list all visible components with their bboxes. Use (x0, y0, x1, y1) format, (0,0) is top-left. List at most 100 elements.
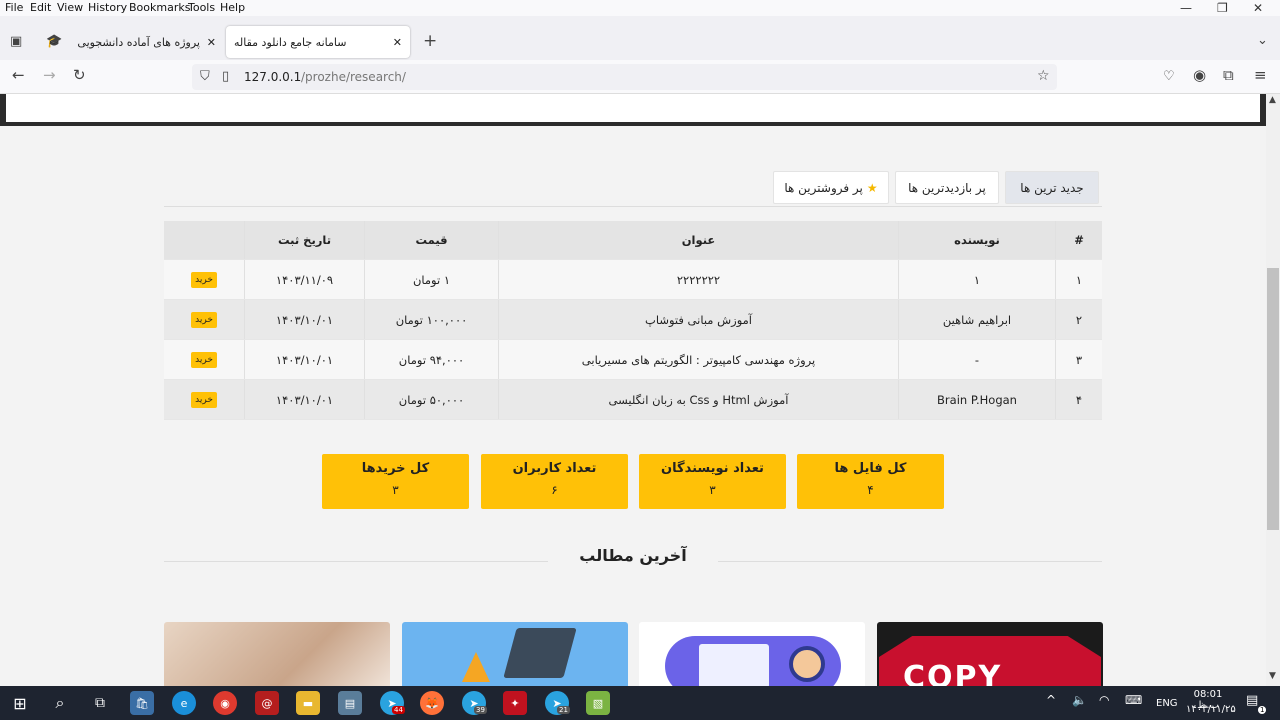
close-window-icon[interactable]: ✕ (1253, 1, 1263, 15)
content-tabs: جدید ترین ها پر بازدیدترین ها ★ پر فروشت… (164, 171, 1102, 207)
stat-value: ۳ (392, 483, 399, 497)
row-price: ۱ تومان (364, 260, 498, 299)
row-number: ۳ (1055, 340, 1102, 379)
buy-button[interactable]: خرید (191, 391, 217, 408)
tab-projects[interactable]: پروژه های آماده دانشجویی ✕ (70, 26, 220, 58)
row-action: خرید (164, 260, 244, 299)
menu-bookmarks[interactable]: Bookmarks (129, 1, 190, 14)
firefox-icon[interactable]: 🦊 (420, 691, 444, 715)
app-icon[interactable]: ▧ (586, 691, 610, 715)
menu-file[interactable]: File (5, 1, 23, 14)
scroll-up-icon[interactable]: ▲ (1269, 96, 1276, 105)
account-icon[interactable]: ◉ (1193, 68, 1206, 83)
restore-icon[interactable]: ❐ (1217, 1, 1228, 15)
edge-icon[interactable]: e (172, 691, 196, 715)
tab-bar: ▣ 🎓 پروژه های آماده دانشجویی ✕ سامانه جا… (0, 16, 1280, 60)
buy-button[interactable]: خرید (191, 311, 217, 328)
col-title: عنوان (498, 221, 898, 259)
buy-button[interactable]: خرید (191, 271, 217, 288)
row-number: ۴ (1055, 380, 1102, 419)
table-row: ۴ Brain P.Hogan آموزش Html و Css به زبان… (164, 380, 1102, 420)
url-bar[interactable]: ⛉ ▯ 127.0.0.1 /prozhe/research/ ☆ (192, 64, 1057, 90)
row-title[interactable]: آموزش Html و Css به زبان انگلیسی (498, 380, 898, 419)
menu-bar: File Edit View History Bookmarks Tools H… (0, 0, 1280, 16)
pdf-icon[interactable]: ✦ (503, 691, 527, 715)
tab-best-selling[interactable]: ★ پر فروشترین ها (773, 171, 889, 204)
tab-newest[interactable]: جدید ترین ها (1005, 171, 1099, 204)
url-host: 127.0.0.1 (244, 70, 302, 84)
taskbar: ⊞ ⌕ ⧉ 🛍 e ◉ @ ▬ ▤ ➤ 44 🦊 ➤ 39 ✦ ➤ 21 ▧ ^… (0, 686, 1280, 720)
task-view-icon[interactable]: ⧉ (88, 691, 112, 715)
col-action (164, 221, 244, 259)
close-tab-icon[interactable]: ✕ (207, 36, 216, 49)
back-icon[interactable]: ← (12, 68, 25, 83)
store-icon[interactable]: 🛍 (130, 691, 154, 715)
chrome-icon[interactable]: ◉ (213, 691, 237, 715)
copy-text: COPY (903, 660, 1003, 686)
forward-icon[interactable]: → (43, 68, 56, 83)
language-indicator[interactable]: ENG (1156, 698, 1178, 709)
list-all-tabs-icon[interactable]: ⌄ (1257, 34, 1268, 47)
menu-help[interactable]: Help (220, 1, 245, 14)
col-price: قیمت (364, 221, 498, 259)
post-card-image[interactable] (639, 622, 865, 686)
tab-articles[interactable]: سامانه جامع دانلود مقاله ✕ (226, 26, 410, 58)
menu-history[interactable]: History (88, 1, 127, 14)
badge: 21 (557, 706, 570, 714)
post-card-image[interactable] (164, 622, 390, 686)
magnifier-graphic (789, 646, 825, 682)
post-card-image[interactable] (402, 622, 628, 686)
reload-icon[interactable]: ↻ (73, 68, 86, 83)
scroll-down-icon[interactable]: ▼ (1269, 672, 1276, 681)
col-number: # (1055, 221, 1102, 259)
row-title[interactable]: ۲۲۲۲۲۲۲ (498, 260, 898, 299)
tab-most-viewed[interactable]: پر بازدیدترین ها (895, 171, 999, 204)
menu-tools[interactable]: Tools (188, 1, 215, 14)
row-title[interactable]: آموزش مبانی فتوشاپ (498, 300, 898, 339)
badge: 39 (474, 706, 487, 714)
close-tab-icon[interactable]: ✕ (393, 36, 402, 49)
post-card-image[interactable]: COPY (877, 622, 1103, 686)
clock-date[interactable]: ۱۴۰۳/۱۱/۲۵ (1186, 704, 1236, 715)
volume-icon[interactable]: 🔈 (1072, 693, 1087, 707)
windows-start-icon[interactable]: ⊞ (8, 691, 32, 715)
notes-icon[interactable]: ▤ (338, 691, 362, 715)
menu-view[interactable]: View (57, 1, 83, 14)
table-row: ۲ ابراهیم شاهین آموزش مبانی فتوشاپ ۱۰۰,۰… (164, 300, 1102, 340)
bookmark-star-icon[interactable]: ☆ (1037, 69, 1050, 83)
star-icon: ★ (866, 180, 878, 195)
tab-list-icon[interactable]: ▣ (10, 35, 22, 48)
shield-icon[interactable]: ⛉ (200, 70, 210, 83)
new-tab-icon[interactable]: + (423, 33, 437, 50)
url-path: /prozhe/research/ (301, 70, 406, 84)
row-price: ۱۰۰,۰۰۰ تومان (364, 300, 498, 339)
search-icon[interactable]: ⌕ (48, 691, 72, 715)
notification-icon[interactable]: ▤ (1246, 693, 1258, 708)
stat-label: کل خریدها (361, 461, 430, 476)
file-explorer-icon[interactable]: ▬ (296, 691, 320, 715)
row-date: ۱۴۰۳/۱۰/۰۱ (244, 300, 364, 339)
row-action: خرید (164, 300, 244, 339)
stat-users: تعداد کاربران ۶ (481, 454, 628, 509)
scrollbar-thumb[interactable] (1267, 268, 1279, 530)
row-title[interactable]: پروژه مهندسی کامپیوتر : الگوریتم های مسی… (498, 340, 898, 379)
tray-up-icon[interactable]: ^ (1046, 693, 1056, 707)
row-number: ۱ (1055, 260, 1102, 299)
row-price: ۵۰,۰۰۰ تومان (364, 380, 498, 419)
extensions-icon[interactable]: ⧉ (1223, 68, 1234, 83)
menu-icon[interactable]: ≡ (1254, 68, 1267, 83)
row-author: - (898, 340, 1055, 379)
app-icon[interactable]: @ (255, 691, 279, 715)
menu-edit[interactable]: Edit (30, 1, 51, 14)
wifi-icon[interactable]: ◠ (1099, 693, 1109, 707)
pocket-icon[interactable]: ♡ (1163, 70, 1175, 83)
row-date: ۱۴۰۳/۱۰/۰۱ (244, 380, 364, 419)
table-row: ۱ ۱ ۲۲۲۲۲۲۲ ۱ تومان ۱۴۰۳/۱۱/۰۹ خرید (164, 260, 1102, 300)
row-number: ۲ (1055, 300, 1102, 339)
minimize-icon[interactable]: — (1180, 1, 1192, 15)
row-action: خرید (164, 380, 244, 419)
buy-button[interactable]: خرید (191, 351, 217, 368)
keyboard-icon[interactable]: ⌨ (1125, 693, 1142, 707)
tab-title: سامانه جامع دانلود مقاله (234, 35, 347, 49)
divider (718, 561, 1102, 562)
